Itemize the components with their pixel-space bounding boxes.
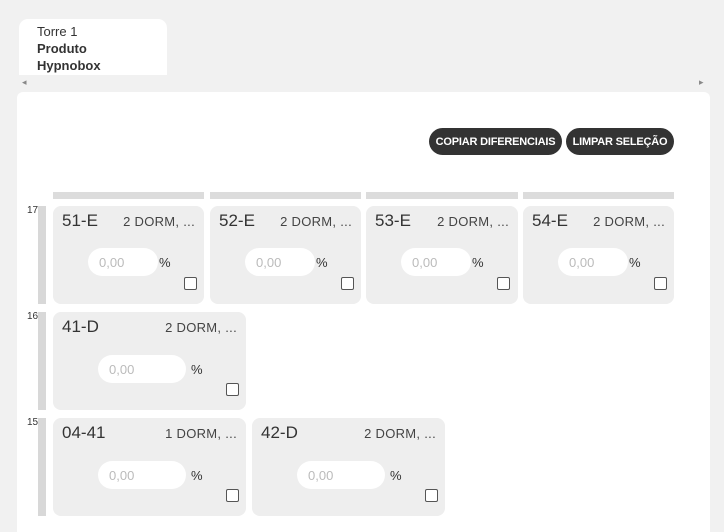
unit-checkbox[interactable] — [425, 489, 438, 502]
unit-card: 51-E 2 DORM, ... 0,00 % — [53, 206, 204, 304]
unit-card: 41-D 2 DORM, ... 0,00 % — [53, 312, 246, 410]
differential-input[interactable]: 0,00 — [98, 461, 186, 489]
percent-label: % — [191, 362, 203, 377]
percent-label: % — [390, 468, 402, 483]
tower-tab[interactable]: Torre 1 Produto Hypnobox — [19, 19, 167, 75]
differential-input[interactable]: 0,00 — [297, 461, 385, 489]
scroll-right-icon[interactable]: ▸ — [699, 77, 704, 87]
unit-checkbox[interactable] — [226, 383, 239, 396]
percent-label: % — [472, 255, 484, 270]
copy-differentials-button[interactable]: COPIAR DIFERENCIAIS — [429, 128, 562, 155]
column-header — [523, 192, 674, 199]
unit-checkbox[interactable] — [497, 277, 510, 290]
unit-checkbox[interactable] — [341, 277, 354, 290]
unit-type: 1 DORM, ... — [165, 426, 237, 441]
unit-checkbox[interactable] — [654, 277, 667, 290]
column-header — [53, 192, 204, 199]
unit-number: 51-E — [62, 211, 98, 230]
percent-label: % — [316, 255, 328, 270]
differential-input[interactable]: 0,00 — [88, 248, 158, 276]
unit-card: 04-41 1 DORM, ... 0,00 % — [53, 418, 246, 516]
floor-bar — [38, 312, 46, 410]
unit-number: 41-D — [62, 317, 99, 336]
unit-type: 2 DORM, ... — [593, 214, 665, 229]
unit-number: 53-E — [375, 211, 411, 230]
unit-type: 2 DORM, ... — [437, 214, 509, 229]
differential-input[interactable]: 0,00 — [245, 248, 315, 276]
unit-card: 54-E 2 DORM, ... 0,00 % — [523, 206, 674, 304]
unit-card: 53-E 2 DORM, ... 0,00 % — [366, 206, 518, 304]
unit-type: 2 DORM, ... — [123, 214, 195, 229]
unit-number: 52-E — [219, 211, 255, 230]
tower-name: Torre 1 — [37, 24, 78, 39]
differential-input[interactable]: 0,00 — [401, 248, 471, 276]
unit-type: 2 DORM, ... — [280, 214, 352, 229]
differential-input[interactable]: 0,00 — [98, 355, 186, 383]
unit-number: 42-D — [261, 423, 298, 442]
floor-number: 15 — [27, 417, 39, 428]
scroll-left-icon[interactable]: ◂ — [22, 77, 27, 87]
column-header — [210, 192, 361, 199]
percent-label: % — [629, 255, 641, 270]
floor-bar — [38, 206, 46, 304]
unit-number: 54-E — [532, 211, 568, 230]
unit-type: 2 DORM, ... — [364, 426, 436, 441]
unit-card: 42-D 2 DORM, ... 0,00 % — [252, 418, 445, 516]
floor-number: 17 — [27, 205, 39, 216]
floor-bar — [38, 418, 46, 516]
clear-selection-button[interactable]: LIMPAR SELEÇÃO — [566, 128, 674, 155]
percent-label: % — [191, 468, 203, 483]
unit-number: 04-41 — [62, 423, 106, 442]
unit-checkbox[interactable] — [226, 489, 239, 502]
unit-checkbox[interactable] — [184, 277, 197, 290]
differential-input[interactable]: 0,00 — [558, 248, 628, 276]
unit-type: 2 DORM, ... — [165, 320, 237, 335]
product-name: Hypnobox — [37, 58, 101, 73]
floor-number: 16 — [27, 311, 39, 322]
column-header — [366, 192, 518, 199]
unit-card: 52-E 2 DORM, ... 0,00 % — [210, 206, 361, 304]
percent-label: % — [159, 255, 171, 270]
product-label: Produto — [37, 41, 87, 56]
